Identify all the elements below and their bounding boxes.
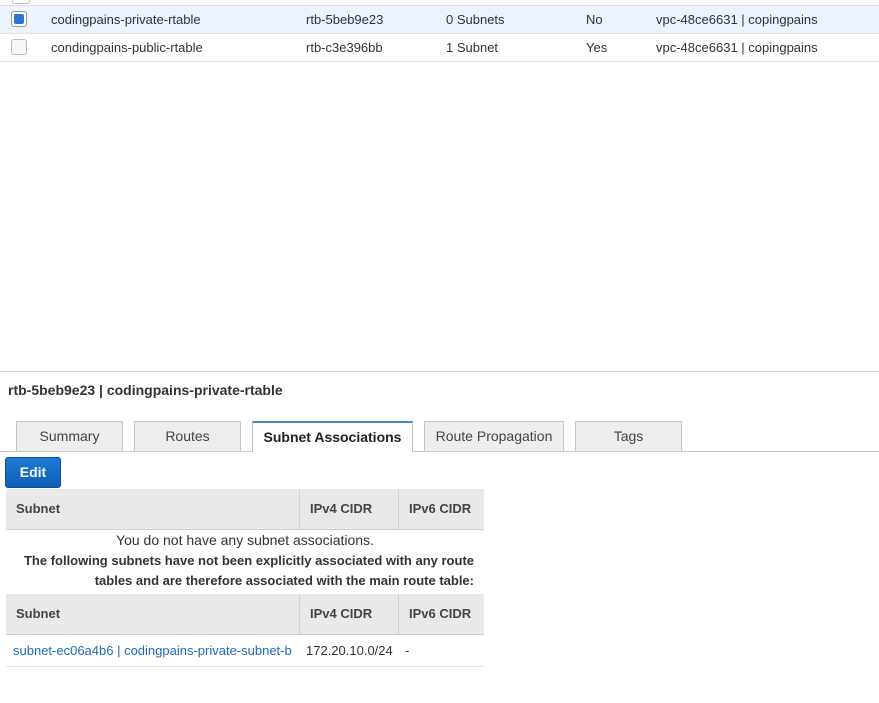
column-header-subnet[interactable]: Subnet <box>6 489 300 529</box>
column-header-subnet[interactable]: Subnet <box>6 594 300 634</box>
empty-associations-message: You do not have any subnet associations. <box>116 532 374 548</box>
partial-checkbox <box>12 0 30 4</box>
detail-title: rtb-5beb9e23 | codingpains-private-rtabl… <box>8 382 283 398</box>
route-table-row[interactable]: condingpains-public-rtable rtb-c3e396bb … <box>0 34 879 62</box>
route-table-subnets: 0 Subnets <box>446 12 505 27</box>
route-table-subnets: 1 Subnet <box>446 40 499 55</box>
tab-summary[interactable]: Summary <box>16 421 123 451</box>
column-header-ipv4[interactable]: IPv4 CIDR <box>300 594 399 634</box>
unassociated-note-line2: tables and are therefore associated with… <box>94 573 474 588</box>
route-table-id: rtb-c3e396bb <box>306 40 383 55</box>
edit-button[interactable]: Edit <box>5 457 61 488</box>
column-header-ipv6[interactable]: IPv6 CIDR <box>399 489 484 529</box>
route-table-vpc: vpc-48ce6631 | copingpains <box>656 12 818 27</box>
unassociated-note-line1: The following subnets have not been expl… <box>23 553 474 568</box>
route-table-name: condingpains-public-rtable <box>51 40 203 55</box>
table-row: subnet-ec06a4b6 | codingpains-private-su… <box>6 635 484 667</box>
row-checkbox[interactable] <box>11 11 27 27</box>
subnet-link[interactable]: subnet-ec06a4b6 | codingpains-private-su… <box>13 635 292 666</box>
associations-table-header: Subnet IPv4 CIDR IPv6 CIDR <box>6 489 484 530</box>
tab-tags[interactable]: Tags <box>575 421 682 451</box>
route-table-id: rtb-5beb9e23 <box>306 12 384 27</box>
subnet-ipv6-cidr: - <box>405 643 410 658</box>
route-table-vpc: vpc-48ce6631 | copingpains <box>656 40 818 55</box>
route-table-main: Yes <box>586 40 608 55</box>
row-checkbox[interactable] <box>11 39 27 55</box>
tab-route-propagation[interactable]: Route Propagation <box>424 421 564 451</box>
unassociated-table-header: Subnet IPv4 CIDR IPv6 CIDR <box>6 594 484 635</box>
pane-divider[interactable] <box>0 371 879 372</box>
tab-routes[interactable]: Routes <box>134 421 241 451</box>
tab-subnet-associations[interactable]: Subnet Associations <box>252 421 413 452</box>
column-header-ipv6[interactable]: IPv6 CIDR <box>399 594 484 634</box>
route-table-main: No <box>586 12 603 27</box>
column-header-ipv4[interactable]: IPv4 CIDR <box>300 489 399 529</box>
route-table-row[interactable]: codingpains-private-rtable rtb-5beb9e23 … <box>0 6 879 34</box>
tabs-baseline <box>0 451 879 452</box>
subnet-ipv4-cidr: 172.20.10.0/24 <box>306 643 393 658</box>
route-table-name: codingpains-private-rtable <box>51 12 201 27</box>
